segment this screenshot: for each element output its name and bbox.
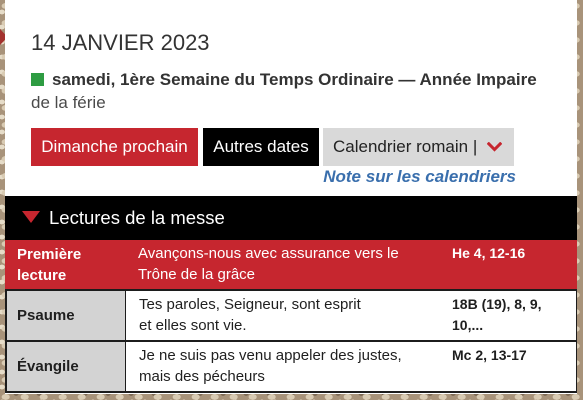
liturgical-day: samedi, 1ère Semaine du Temps Ordinaire … — [31, 70, 551, 90]
next-sunday-button[interactable]: Dimanche prochain — [31, 128, 198, 166]
readings-section-toggle[interactable]: Lectures de la messe — [5, 196, 577, 240]
reading-summary-line: Je ne suis pas venu appeler des justes, — [139, 347, 402, 364]
triangle-down-icon — [22, 211, 40, 223]
celebration-label: de la férie — [31, 93, 106, 112]
reading-type-text: Psaume — [17, 307, 75, 324]
readings-table: Première lecture Avançons-nous avec assu… — [5, 240, 577, 393]
reading-type-text: Première lecture — [17, 245, 82, 284]
calendar-select-label: Calendrier romain | — [333, 137, 478, 156]
reading-type-label: Évangile — [5, 342, 125, 391]
calendar-note-link[interactable]: Note sur les calendriers — [323, 167, 516, 187]
page-date: 14 JANVIER 2023 — [31, 30, 210, 55]
reading-row[interactable]: Psaume Tes paroles, Seigneur, sont espri… — [5, 289, 577, 340]
readings-section-title: Lectures de la messe — [49, 207, 225, 228]
reading-reference: Mc 2, 13-17 — [440, 342, 577, 391]
reading-reference: He 4, 12-16 — [452, 245, 526, 261]
reading-type-text: Évangile — [17, 358, 79, 375]
reading-summary-line: et elles sont vie. — [139, 317, 247, 334]
reading-reference: 18B (19), 8, 9, 10,... — [440, 291, 577, 340]
reading-summary-line: Trône de la grâce — [138, 266, 256, 283]
reading-summary: Avançons-nous avec assurance vers le Trô… — [125, 240, 440, 289]
other-dates-button[interactable]: Autres dates — [203, 128, 319, 166]
liturgical-day-title: samedi, 1ère Semaine du Temps Ordinaire … — [52, 70, 537, 89]
reading-row[interactable]: Première lecture Avançons-nous avec assu… — [5, 240, 577, 289]
reading-summary-line: Tes paroles, Seigneur, sont esprit — [139, 296, 361, 313]
reading-summary-line: Avançons-nous avec assurance vers le — [138, 245, 399, 262]
calendar-select-button[interactable]: Calendrier romain | — [323, 128, 514, 166]
chevron-down-icon — [487, 142, 502, 152]
reading-type-label: Première lecture — [5, 240, 125, 289]
liturgical-color-swatch — [31, 73, 44, 86]
liturgy-panel: 14 JANVIER 2023 samedi, 1ère Semaine du … — [5, 0, 577, 394]
reading-summary: Je ne suis pas venu appeler des justes, … — [125, 342, 440, 391]
reading-row[interactable]: Évangile Je ne suis pas venu appeler des… — [5, 340, 577, 393]
reading-summary: Tes paroles, Seigneur, sont esprit et el… — [125, 291, 440, 340]
reading-summary-line: mais des pécheurs — [139, 368, 265, 385]
reading-type-label: Psaume — [5, 291, 125, 340]
